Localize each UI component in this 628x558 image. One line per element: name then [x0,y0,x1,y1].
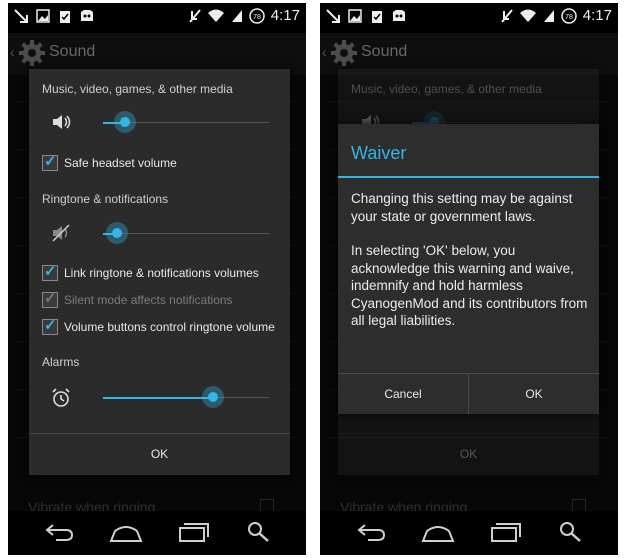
status-bar: 78 4:17 [320,3,618,33]
silent-mode-checkbox: ✓ [42,290,58,308]
ringtone-volume-thumb[interactable] [106,222,128,244]
cancel-button[interactable]: Cancel [338,374,468,414]
cell-signal-icon [231,9,242,22]
cyanogenmod-mascot-icon [81,10,93,21]
muted-icon [189,8,201,23]
volume-buttons-checkbox[interactable]: ✓ [42,317,58,335]
cell-signal-icon [543,9,554,22]
muted-icon [501,8,513,23]
clipboard-icon [372,11,382,23]
volume-buttons-label: Volume buttons control ringtone volume [64,320,275,334]
alarm-volume-slider[interactable] [103,386,269,408]
clipboard-icon [60,11,70,23]
status-bar: 78 4:17 [8,3,306,33]
waiver-paragraph: In selecting 'OK' below, you acknowledge… [351,243,588,328]
waiver-dialog: Waiver Changing this setting may be agai… [338,124,599,414]
clock: 4:17 [270,7,300,24]
media-volume-label: Music, video, games, & other media [42,82,233,96]
battery-icon: 78 [249,7,265,24]
dialog-title: Waiver [351,143,407,163]
ok-button[interactable]: OK [29,434,290,475]
phone-screen-right: 78 4:17 ‹ Sound Vibrate when ringing Mus… [320,3,618,555]
silent-mode-label: Silent mode affects notifications [64,293,233,307]
checkmark-icon: ✓ [44,290,57,307]
alarm-volume-thumb[interactable] [202,386,224,408]
speaker-icon [53,115,71,129]
ok-button: OK [459,447,478,461]
cyanogenmod-mascot-icon [393,10,405,21]
home-icon[interactable] [421,521,455,543]
recent-apps-icon[interactable] [178,521,210,543]
safe-headset-label: Safe headset volume [64,156,177,170]
checkmark-icon: ✓ [44,153,57,170]
link-volumes-label: Link ringtone & notifications volumes [64,266,259,280]
media-volume-thumb[interactable] [114,111,136,133]
signal-arrow-icon [326,9,340,23]
ringer-muted-icon [52,224,70,242]
warning-paragraph: Changing this setting may be against you… [351,191,573,224]
search-icon[interactable] [558,521,584,543]
checkmark-icon: ✓ [44,317,57,334]
ok-button[interactable]: OK [469,374,599,414]
battery-level: 78 [565,14,573,21]
safe-headset-volume-row[interactable]: ✓ Safe headset volume [42,153,177,171]
volumes-dialog: Music, video, games, & other media ✓ Saf… [29,69,290,475]
media-volume-slider[interactable] [103,111,269,133]
media-volume-label: Music, video, games, & other media [351,82,542,96]
silent-mode-row: ✓ Silent mode affects notifications [42,290,233,308]
ringtone-volume-slider[interactable] [103,222,269,244]
link-volumes-row[interactable]: ✓ Link ringtone & notifications volumes [42,263,259,281]
dialog-message: Changing this setting may be against you… [351,190,591,347]
alarm-volume-fill [103,396,213,399]
alarm-clock-icon [52,388,70,407]
battery-level: 78 [253,14,261,21]
search-icon[interactable] [246,521,272,543]
recent-apps-icon[interactable] [490,521,522,543]
navigation-bar [8,511,306,555]
checkmark-icon: ✓ [44,263,57,280]
phone-screen-left: 78 4:17 ‹ Sound Vibrate when ringing Mus… [8,3,306,555]
battery-icon: 78 [561,7,577,24]
back-icon[interactable] [44,521,74,543]
home-icon[interactable] [109,521,143,543]
ringtone-volume-label: Ringtone & notifications [42,192,169,206]
image-icon [348,9,362,23]
safe-headset-checkbox[interactable]: ✓ [42,153,58,171]
alarms-label: Alarms [42,355,80,369]
clock: 4:17 [582,7,612,24]
volume-buttons-row[interactable]: ✓ Volume buttons control ringtone volume [42,317,275,335]
signal-arrow-icon [14,9,28,23]
back-icon[interactable] [356,521,386,543]
title-divider [338,176,599,178]
link-volumes-checkbox[interactable]: ✓ [42,263,58,281]
image-icon [36,9,50,23]
wifi-icon [207,9,224,22]
media-volume-slider [412,111,578,133]
navigation-bar [320,511,618,555]
wifi-icon [519,9,536,22]
